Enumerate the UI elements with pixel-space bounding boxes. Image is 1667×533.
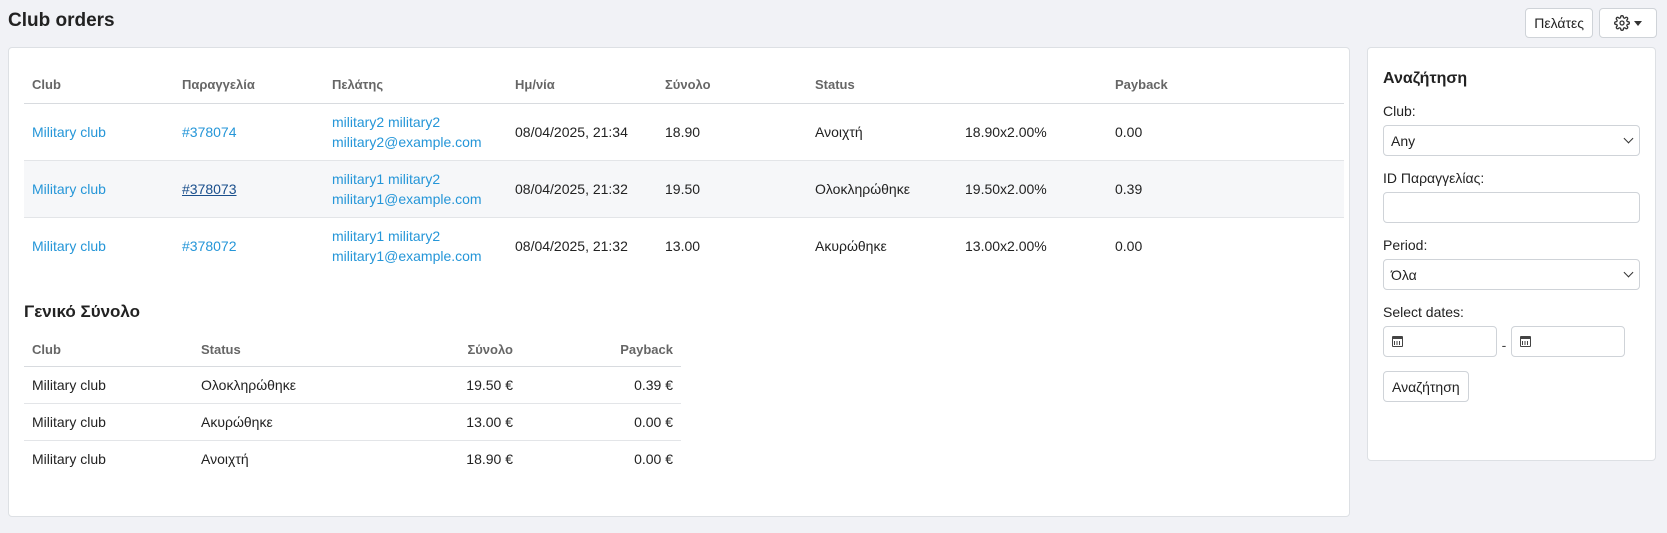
search-title: Αναζήτηση [1383, 70, 1468, 87]
orders-table: Club Παραγγελία Πελάτης Ημ/νία Σύνολο St… [24, 66, 1344, 274]
order-total: 13.00 [665, 237, 701, 254]
col-total: Σύνολο [657, 66, 807, 104]
order-link[interactable]: #378074 [182, 124, 237, 140]
order-link[interactable]: #378073 [182, 181, 237, 197]
club-link[interactable]: Military club [32, 238, 106, 254]
order-total: 19.50 [657, 160, 807, 218]
order-date: 08/04/2025, 21:32 [515, 237, 628, 254]
col-calc [957, 66, 1107, 104]
summary-payback: 0.00 € [521, 403, 681, 441]
order-date: 08/04/2025, 21:32 [507, 160, 657, 218]
summary-col-status: Status [193, 334, 393, 367]
summary-table: Club Status Σύνολο Payback Military club… [24, 334, 681, 477]
summary-status: Ολοκληρώθηκε [193, 366, 393, 404]
col-date: Ημ/νία [507, 66, 657, 104]
page-title: Club orders [8, 10, 115, 31]
summary-col-payback: Payback [521, 334, 681, 367]
summary-status: Ανοιχτή [201, 450, 249, 467]
order-status: Ολοκληρώθηκε [807, 160, 957, 218]
date-from-input[interactable] [1383, 326, 1497, 357]
search-panel: Αναζήτηση Club: Any ID Παραγγελίας: Peri… [1367, 47, 1656, 461]
top-actions: Πελάτες [1525, 8, 1657, 38]
settings-dropdown-button[interactable] [1599, 8, 1657, 38]
calendar-icon [1392, 336, 1403, 347]
col-customer: Πελάτης [324, 66, 507, 104]
order-link[interactable]: #378072 [182, 238, 237, 254]
summary-total: 18.90 € [466, 450, 513, 467]
summary-row: Military club Ακυρώθηκε 13.00 € 0.00 € [24, 403, 681, 441]
table-row: Military club #378073 military1 military… [24, 160, 1344, 218]
customer-email-link[interactable]: military1@example.com [332, 191, 482, 207]
club-link[interactable]: Military club [32, 181, 106, 197]
order-payback: 0.39 [1107, 160, 1344, 218]
summary-header-row: Club Status Σύνολο Payback [24, 334, 681, 367]
calendar-icon [1520, 336, 1531, 347]
summary-payback: 0.00 € [634, 450, 673, 467]
summary-club: Military club [24, 366, 193, 404]
gear-icon [1614, 15, 1630, 31]
order-total: 18.90 [657, 103, 807, 161]
search-button[interactable]: Αναζήτηση [1383, 371, 1469, 402]
summary-payback: 0.39 € [521, 366, 681, 404]
chevron-down-icon [1623, 267, 1634, 278]
table-row: Military club #378074 military2 military… [24, 103, 1344, 161]
club-label: Club: [1383, 103, 1416, 119]
customer-email-link[interactable]: military2@example.com [332, 134, 482, 150]
summary-club: Military club [24, 403, 193, 441]
summary-status: Ακυρώθηκε [193, 403, 393, 441]
date-to-input[interactable] [1511, 326, 1625, 357]
customer-name-link[interactable]: military2 military2 [332, 114, 440, 130]
summary-total: 19.50 € [393, 366, 521, 404]
customers-button[interactable]: Πελάτες [1525, 8, 1593, 38]
order-id-input[interactable] [1383, 192, 1640, 223]
order-status: Ανοιχτή [807, 103, 957, 161]
chevron-down-icon [1623, 133, 1634, 144]
summary-col-total: Σύνολο [393, 334, 521, 367]
date-separator: - [1501, 336, 1507, 353]
orders-card: Club Παραγγελία Πελάτης Ημ/νία Σύνολο St… [8, 47, 1350, 517]
order-status: Ακυρώθηκε [815, 237, 887, 254]
table-row: Military club #378072 military1 military… [24, 217, 1344, 274]
summary-title: Γενικό Σύνολο [24, 302, 141, 321]
summary-row: Military club Ολοκληρώθηκε 19.50 € 0.39 … [24, 366, 681, 404]
order-payback: 0.00 [1107, 103, 1344, 161]
caret-down-icon [1634, 20, 1642, 26]
payback-calc: 19.50x2.00% [957, 160, 1107, 218]
order-date: 08/04/2025, 21:34 [507, 103, 657, 161]
summary-row: Military club Ανοιχτή 18.90 € 0.00 € [24, 440, 681, 477]
order-id-label: ID Παραγγελίας: [1383, 170, 1485, 186]
col-status: Status [807, 66, 957, 104]
club-link[interactable]: Military club [32, 124, 106, 140]
col-order: Παραγγελία [174, 66, 324, 104]
period-select[interactable]: Όλα [1383, 259, 1640, 290]
customer-name-link[interactable]: military1 military2 [332, 171, 440, 187]
club-select[interactable]: Any [1383, 125, 1640, 156]
customer-name-link[interactable]: military1 military2 [332, 228, 440, 244]
date-range: - [1383, 326, 1640, 357]
summary-col-club: Club [24, 334, 193, 367]
club-select-value: Any [1391, 132, 1416, 149]
order-payback: 0.00 [1115, 237, 1143, 254]
payback-calc: 13.00x2.00% [965, 237, 1047, 254]
payback-calc: 18.90x2.00% [957, 103, 1107, 161]
orders-header-row: Club Παραγγελία Πελάτης Ημ/νία Σύνολο St… [24, 66, 1344, 104]
dates-label: Select dates: [1383, 304, 1464, 320]
col-club: Club [24, 66, 174, 104]
customer-email-link[interactable]: military1@example.com [332, 248, 482, 264]
period-select-value: Όλα [1391, 266, 1417, 283]
summary-club: Military club [32, 450, 106, 467]
period-label: Period: [1383, 237, 1428, 253]
col-payback: Payback [1107, 66, 1344, 104]
summary-total: 13.00 € [393, 403, 521, 441]
